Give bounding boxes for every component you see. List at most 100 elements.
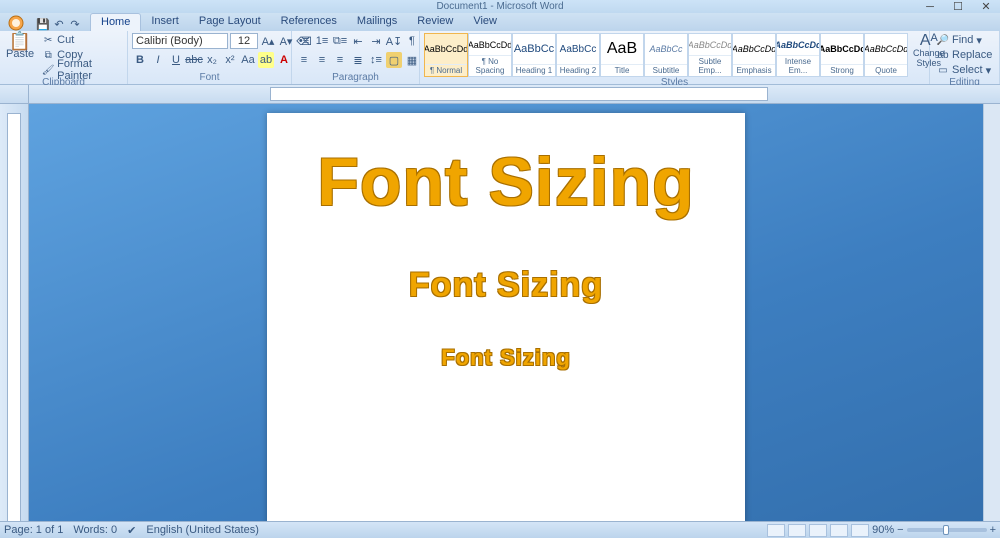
save-icon[interactable]: 💾 xyxy=(36,17,50,31)
close-button[interactable]: ✕ xyxy=(972,0,1000,13)
show-marks-button[interactable]: ¶ xyxy=(404,33,420,49)
strike-button[interactable]: abc xyxy=(186,52,202,68)
style-preview: AaBbCcDd xyxy=(777,34,819,55)
ribbon-tabs: 💾 ↶ ↷ HomeInsertPage LayoutReferencesMai… xyxy=(0,13,1000,31)
wordart-text[interactable]: Font Sizing xyxy=(287,148,725,216)
subscript-button[interactable]: x₂ xyxy=(204,52,220,68)
zoom-thumb[interactable] xyxy=(943,525,949,535)
status-page[interactable]: Page: 1 of 1 xyxy=(4,524,63,536)
chevron-down-icon: ▾ xyxy=(976,34,982,47)
underline-button[interactable]: U xyxy=(168,52,184,68)
grow-font-icon[interactable]: A▴ xyxy=(260,33,276,49)
zoom-slider[interactable] xyxy=(907,528,987,532)
outline-view-button[interactable] xyxy=(830,524,848,537)
format-painter-button[interactable]: 🖌Format Painter xyxy=(39,63,123,77)
style-name: ¶ Normal xyxy=(425,64,467,76)
style-preview: AaBbCc xyxy=(513,34,555,64)
wordart-text[interactable]: Font Sizing xyxy=(287,345,725,371)
style-preview: AaBbCcDd xyxy=(689,34,731,55)
bullets-button[interactable]: •≡ xyxy=(296,33,312,49)
window-title: Document1 - Microsoft Word xyxy=(436,1,563,12)
replace-icon: ab xyxy=(937,49,949,61)
find-button[interactable]: 🔎Find▾ xyxy=(934,33,995,47)
maximize-button[interactable]: ☐ xyxy=(944,0,972,13)
font-size-combo[interactable]: 12 xyxy=(230,33,258,49)
group-paragraph: •≡ 1≡ ⧉≡ ⇤ ⇥ A↧ ¶ ≡ ≡ ≡ ≣ ↕≡ ▢ ▦ Paragra… xyxy=(292,31,420,84)
italic-button[interactable]: I xyxy=(150,52,166,68)
group-editing: 🔎Find▾ abReplace ▭Select▾ Editing xyxy=(930,31,1000,84)
vertical-scrollbar[interactable] xyxy=(983,104,1000,521)
office-button[interactable] xyxy=(2,15,32,31)
change-case-button[interactable]: Aa xyxy=(240,52,256,68)
style--normal[interactable]: AaBbCcDd¶ Normal xyxy=(424,33,468,77)
minimize-button[interactable]: ─ xyxy=(916,0,944,13)
tab-view[interactable]: View xyxy=(463,13,507,31)
font-color-button[interactable]: A xyxy=(276,52,292,68)
style-subtle-emp-[interactable]: AaBbCcDdSubtle Emp... xyxy=(688,33,732,77)
numbering-button[interactable]: 1≡ xyxy=(314,33,330,49)
tab-references[interactable]: References xyxy=(271,13,347,31)
borders-button[interactable]: ▦ xyxy=(404,52,420,68)
align-left-button[interactable]: ≡ xyxy=(296,52,312,68)
style-quote[interactable]: AaBbCcDdQuote xyxy=(864,33,908,77)
style-preview: AaBbCcDd xyxy=(865,34,907,64)
tab-home[interactable]: Home xyxy=(90,13,141,31)
decrease-indent-button[interactable]: ⇤ xyxy=(350,33,366,49)
line-spacing-button[interactable]: ↕≡ xyxy=(368,52,384,68)
select-button[interactable]: ▭Select▾ xyxy=(934,63,995,77)
style-title[interactable]: AaBTitle xyxy=(600,33,644,77)
web-layout-view-button[interactable] xyxy=(809,524,827,537)
print-layout-view-button[interactable] xyxy=(767,524,785,537)
sort-button[interactable]: A↧ xyxy=(386,33,402,49)
zoom-in-button[interactable]: + xyxy=(990,524,996,536)
status-words[interactable]: Words: 0 xyxy=(73,524,117,536)
style-heading-2[interactable]: AaBbCcHeading 2 xyxy=(556,33,600,77)
status-language[interactable]: English (United States) xyxy=(146,524,259,536)
multilevel-list-button[interactable]: ⧉≡ xyxy=(332,33,348,49)
group-styles: AaBbCcDd¶ NormalAaBbCcDd¶ No SpacingAaBb… xyxy=(420,31,930,84)
style-emphasis[interactable]: AaBbCcDdEmphasis xyxy=(732,33,776,77)
style-intense-em-[interactable]: AaBbCcDdIntense Em... xyxy=(776,33,820,77)
document-canvas[interactable]: Font Sizing Font Sizing Font Sizing xyxy=(29,104,983,521)
align-center-button[interactable]: ≡ xyxy=(314,52,330,68)
tab-mailings[interactable]: Mailings xyxy=(347,13,407,31)
highlight-color-button[interactable]: ab xyxy=(258,52,274,68)
ruler[interactable] xyxy=(29,85,1000,103)
style-name: Intense Em... xyxy=(777,55,819,76)
title-bar: Document1 - Microsoft Word ─ ☐ ✕ xyxy=(0,0,1000,13)
styles-gallery: AaBbCcDd¶ NormalAaBbCcDd¶ No SpacingAaBb… xyxy=(424,33,908,77)
justify-button[interactable]: ≣ xyxy=(350,52,366,68)
tab-review[interactable]: Review xyxy=(407,13,463,31)
zoom-out-button[interactable]: − xyxy=(897,524,903,536)
wordart-text[interactable]: Font Sizing xyxy=(287,266,725,305)
tab-insert[interactable]: Insert xyxy=(141,13,189,31)
bold-button[interactable]: B xyxy=(132,52,148,68)
vertical-ruler-track xyxy=(7,113,21,521)
chevron-down-icon: ▾ xyxy=(986,64,992,77)
style-heading-1[interactable]: AaBbCcHeading 1 xyxy=(512,33,556,77)
spellcheck-icon[interactable]: ✔ xyxy=(127,524,136,537)
tab-page-layout[interactable]: Page Layout xyxy=(189,13,271,31)
zoom-level[interactable]: 90% xyxy=(872,524,894,536)
style-strong[interactable]: AaBbCcDcStrong xyxy=(820,33,864,77)
style-subtitle[interactable]: AaBbCcSubtitle xyxy=(644,33,688,77)
group-label-font: Font xyxy=(132,72,287,84)
draft-view-button[interactable] xyxy=(851,524,869,537)
shading-button[interactable]: ▢ xyxy=(386,52,402,68)
full-screen-view-button[interactable] xyxy=(788,524,806,537)
brush-icon: 🖌 xyxy=(42,64,54,76)
vertical-ruler[interactable] xyxy=(0,104,29,521)
undo-icon[interactable]: ↶ xyxy=(52,17,66,31)
page[interactable]: Font Sizing Font Sizing Font Sizing xyxy=(267,113,745,521)
style-preview: AaBbCcDc xyxy=(821,34,863,64)
group-clipboard: 📋 Paste ✂Cut ⧉Copy 🖌Format Painter Clipb… xyxy=(0,31,128,84)
replace-button[interactable]: abReplace xyxy=(934,48,995,62)
increase-indent-button[interactable]: ⇥ xyxy=(368,33,384,49)
redo-icon[interactable]: ↷ xyxy=(68,17,82,31)
align-right-button[interactable]: ≡ xyxy=(332,52,348,68)
superscript-button[interactable]: x² xyxy=(222,52,238,68)
style--no-spacing[interactable]: AaBbCcDd¶ No Spacing xyxy=(468,33,512,77)
cut-button[interactable]: ✂Cut xyxy=(39,33,123,47)
font-family-combo[interactable]: Calibri (Body) xyxy=(132,33,228,49)
paste-button[interactable]: 📋 Paste xyxy=(4,33,36,62)
